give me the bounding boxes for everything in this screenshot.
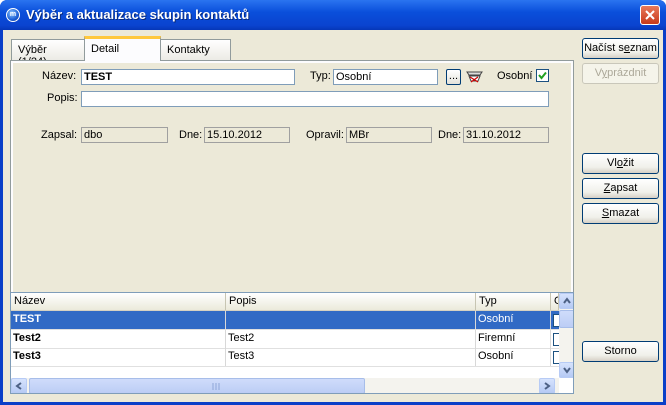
cell-typ: Firemní: [476, 330, 551, 348]
checkmark-icon: [538, 71, 547, 80]
chevron-down-icon: [563, 367, 571, 374]
vyprazdnit-pre: V: [594, 67, 602, 79]
smazat-post: mazat: [609, 207, 640, 219]
vlozit-button[interactable]: Vložit: [582, 153, 659, 174]
eraser-icon[interactable]: [466, 70, 484, 84]
osobni-label: Osobní: [497, 70, 533, 82]
column-header-nazev[interactable]: Název: [11, 293, 226, 310]
cell-nazev: Test3: [11, 348, 226, 366]
table-row[interactable]: Test2 Test2 Firemní: [11, 330, 559, 349]
tab-detail[interactable]: Detail: [84, 36, 161, 61]
nazev-label: Název:: [42, 70, 77, 82]
opravil-label: Opravil:: [306, 129, 344, 141]
column-header-typ[interactable]: Typ: [476, 293, 551, 310]
nacist-post: znam: [629, 42, 657, 54]
dialog-client-area: Výběr (1/24) Detail Kontakty Název: TEST…: [3, 30, 663, 402]
smazat-button[interactable]: Smazat: [582, 203, 659, 224]
dne2-field: 31.10.2012: [463, 127, 549, 143]
scroll-up-button[interactable]: [559, 293, 573, 309]
zapsal-label: Zapsal:: [41, 129, 78, 141]
popis-label: Popis:: [47, 92, 78, 104]
close-icon: [645, 10, 655, 20]
dne1-label: Dne:: [179, 129, 203, 141]
cell-osobni[interactable]: [551, 311, 559, 329]
cell-osobni[interactable]: [551, 330, 559, 348]
column-header-popis[interactable]: Popis: [226, 293, 476, 310]
groups-grid: Název Popis Typ O TEST Osobní Test2 Test…: [10, 292, 574, 394]
cell-osobni[interactable]: [551, 348, 559, 366]
chevron-left-icon: [15, 382, 22, 390]
nacist-pre: Načíst s: [584, 42, 624, 54]
cell-popis: Test2: [226, 330, 476, 348]
tab-detail-label: Detail: [91, 43, 120, 55]
nacist-seznam-button[interactable]: Načíst seznam: [582, 38, 659, 59]
app-icon: m: [6, 8, 20, 22]
title-bar[interactable]: m Výběr a aktualizace skupin kontaktů: [0, 0, 666, 30]
storno-button[interactable]: Storno: [582, 341, 659, 362]
window-title: Výběr a aktualizace skupin kontaktů: [26, 7, 250, 22]
cell-typ: Osobní: [476, 311, 551, 329]
typ-input[interactable]: Osobní: [333, 69, 438, 85]
chevron-up-icon: [563, 297, 571, 304]
dne1-field: 15.10.2012: [204, 127, 290, 143]
scroll-right-button[interactable]: [539, 378, 555, 393]
popis-input[interactable]: [81, 91, 549, 107]
tab-kontakty-label: Kontakty: [167, 44, 210, 56]
horizontal-scroll-thumb[interactable]: [29, 378, 365, 393]
dialog-window: m Výběr a aktualizace skupin kontaktů Vý…: [0, 0, 666, 405]
vertical-scrollbar[interactable]: [559, 293, 573, 378]
zapsal-field: dbo: [81, 127, 168, 143]
tab-kontakty[interactable]: Kontakty: [160, 39, 231, 60]
zapsat-button[interactable]: Zapsat: [582, 178, 659, 199]
cell-typ: Osobní: [476, 348, 551, 366]
cell-nazev: TEST: [11, 311, 226, 329]
table-row[interactable]: Test3 Test3 Osobní: [11, 348, 559, 367]
cell-nazev: Test2: [11, 330, 226, 348]
vlozit-pre: Vl: [607, 157, 617, 169]
horizontal-scrollbar[interactable]: [11, 378, 559, 393]
vyprazdnit-post: prázdnit: [607, 67, 647, 79]
zapsat-post: apsat: [610, 182, 638, 194]
typ-browse-button[interactable]: ...: [446, 69, 461, 85]
detail-panel-body: Název: TEST Typ: Osobní ... Osobní Popis…: [13, 63, 571, 311]
chevron-right-icon: [544, 382, 551, 390]
vertical-scroll-thumb[interactable]: [559, 310, 573, 328]
detail-panel: Název: TEST Typ: Osobní ... Osobní Popis…: [10, 60, 574, 314]
dne2-label: Dne:: [438, 129, 462, 141]
scroll-down-button[interactable]: [559, 362, 573, 378]
osobni-checkbox[interactable]: [536, 69, 549, 82]
vyprazdnit-button[interactable]: Vyprázdnit: [582, 63, 659, 84]
close-button[interactable]: [640, 5, 660, 25]
vlozit-post: žit: [622, 157, 634, 169]
cell-popis: Test3: [226, 348, 476, 366]
table-row[interactable]: TEST Osobní: [11, 311, 559, 330]
cell-popis: [226, 311, 476, 329]
scroll-left-button[interactable]: [11, 378, 27, 393]
grid-header: Název Popis Typ O: [11, 293, 559, 311]
grip-icon: [212, 383, 220, 390]
typ-label: Typ:: [310, 70, 331, 82]
nazev-input[interactable]: TEST: [81, 69, 295, 85]
opravil-field: MBr: [346, 127, 432, 143]
column-header-osobni[interactable]: O: [551, 293, 559, 310]
tab-vyber[interactable]: Výběr (1/24): [11, 39, 85, 68]
